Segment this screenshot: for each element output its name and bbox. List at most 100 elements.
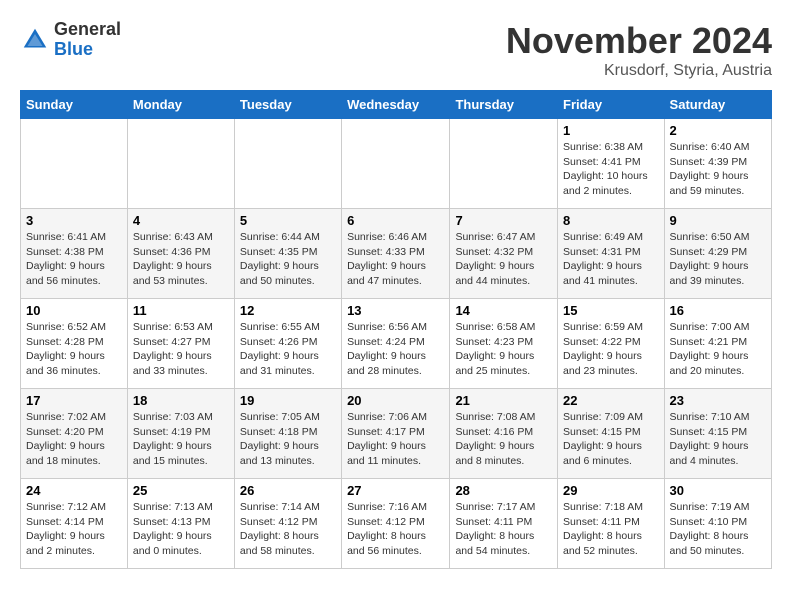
calendar-cell: 15 Sunrise: 6:59 AM Sunset: 4:22 PM Dayli… [558,299,665,389]
week-row-5: 24Sunrise: 7:12 AM Sunset: 4:14 PM Dayli… [21,479,772,569]
day-info: Sunrise: 6:53 AM Sunset: 4:27 PM Dayligh… [133,320,229,379]
logo: General Blue [20,20,121,60]
day-info: Sunrise: 7:12 AM Sunset: 4:14 PM Dayligh… [26,500,122,559]
calendar-cell: 5Sunrise: 6:44 AM Sunset: 4:35 PM Daylig… [234,209,341,299]
calendar-cell: 17 Sunrise: 7:02 AM Sunset: 4:20 PM Dayli… [21,389,128,479]
calendar-cell [234,119,341,209]
day-info: Sunrise: 7:08 AM Sunset: 4:16 PM Dayligh… [455,410,552,469]
day-number: 19 [240,393,336,408]
day-number: 3 [26,213,122,228]
day-info: Sunrise: 7:13 AM Sunset: 4:13 PM Dayligh… [133,500,229,559]
header-day-sunday: Sunday [21,91,128,119]
day-number: 16 [670,303,766,318]
calendar-header: SundayMondayTuesdayWednesdayThursdayFrid… [21,91,772,119]
calendar-cell: 16 Sunrise: 7:00 AM Sunset: 4:21 PM Dayli… [664,299,771,389]
calendar-cell: 7 Sunrise: 6:47 AM Sunset: 4:32 PM Daylig… [450,209,558,299]
calendar-cell: 3 Sunrise: 6:41 AM Sunset: 4:38 PM Daylig… [21,209,128,299]
day-info: Sunrise: 6:44 AM Sunset: 4:35 PM Dayligh… [240,230,336,289]
logo-text: General Blue [54,20,121,60]
day-info: Sunrise: 7:05 AM Sunset: 4:18 PM Dayligh… [240,410,336,469]
calendar-cell: 25 Sunrise: 7:13 AM Sunset: 4:13 PM Dayli… [127,479,234,569]
calendar-cell: 22 Sunrise: 7:09 AM Sunset: 4:15 PM Dayli… [558,389,665,479]
day-number: 30 [670,483,766,498]
day-number: 1 [563,123,659,138]
day-info: Sunrise: 7:09 AM Sunset: 4:15 PM Dayligh… [563,410,659,469]
day-info: Sunrise: 6:52 AM Sunset: 4:28 PM Dayligh… [26,320,122,379]
day-number: 12 [240,303,336,318]
calendar-cell: 1 Sunrise: 6:38 AM Sunset: 4:41 PM Daylig… [558,119,665,209]
logo-icon [20,25,50,55]
day-number: 2 [670,123,766,138]
header-day-wednesday: Wednesday [342,91,450,119]
calendar-cell: 10 Sunrise: 6:52 AM Sunset: 4:28 PM Dayli… [21,299,128,389]
calendar-cell [21,119,128,209]
calendar-cell: 26 Sunrise: 7:14 AM Sunset: 4:12 PM Dayli… [234,479,341,569]
calendar-cell: 19 Sunrise: 7:05 AM Sunset: 4:18 PM Dayli… [234,389,341,479]
calendar-cell: 6 Sunrise: 6:46 AM Sunset: 4:33 PM Daylig… [342,209,450,299]
day-number: 25 [133,483,229,498]
header-day-friday: Friday [558,91,665,119]
day-number: 10 [26,303,122,318]
calendar-cell: 4Sunrise: 6:43 AM Sunset: 4:36 PM Daylig… [127,209,234,299]
day-info: Sunrise: 7:17 AM Sunset: 4:11 PM Dayligh… [455,500,552,559]
day-number: 22 [563,393,659,408]
day-info: Sunrise: 7:19 AM Sunset: 4:10 PM Dayligh… [670,500,766,559]
calendar-cell: 21 Sunrise: 7:08 AM Sunset: 4:16 PM Dayli… [450,389,558,479]
location-subtitle: Krusdorf, Styria, Austria [506,62,772,80]
day-number: 7 [455,213,552,228]
calendar-cell: 28 Sunrise: 7:17 AM Sunset: 4:11 PM Dayli… [450,479,558,569]
header-row: SundayMondayTuesdayWednesdayThursdayFrid… [21,91,772,119]
day-info: Sunrise: 7:02 AM Sunset: 4:20 PM Dayligh… [26,410,122,469]
day-number: 21 [455,393,552,408]
calendar-cell: 13 Sunrise: 6:56 AM Sunset: 4:24 PM Dayli… [342,299,450,389]
day-info: Sunrise: 6:47 AM Sunset: 4:32 PM Dayligh… [455,230,552,289]
calendar-cell: 11 Sunrise: 6:53 AM Sunset: 4:27 PM Dayli… [127,299,234,389]
day-number: 23 [670,393,766,408]
week-row-4: 17 Sunrise: 7:02 AM Sunset: 4:20 PM Dayli… [21,389,772,479]
day-info: Sunrise: 7:14 AM Sunset: 4:12 PM Dayligh… [240,500,336,559]
day-info: Sunrise: 6:41 AM Sunset: 4:38 PM Dayligh… [26,230,122,289]
day-number: 26 [240,483,336,498]
header-day-saturday: Saturday [664,91,771,119]
day-number: 27 [347,483,444,498]
day-number: 17 [26,393,122,408]
calendar-table: SundayMondayTuesdayWednesdayThursdayFrid… [20,90,772,569]
day-number: 8 [563,213,659,228]
day-info: Sunrise: 7:18 AM Sunset: 4:11 PM Dayligh… [563,500,659,559]
day-info: Sunrise: 6:38 AM Sunset: 4:41 PM Dayligh… [563,140,659,199]
logo-general-text: General [54,20,121,40]
calendar-cell [450,119,558,209]
day-number: 20 [347,393,444,408]
header-day-tuesday: Tuesday [234,91,341,119]
calendar-cell: 18Sunrise: 7:03 AM Sunset: 4:19 PM Dayli… [127,389,234,479]
calendar-cell: 23 Sunrise: 7:10 AM Sunset: 4:15 PM Dayli… [664,389,771,479]
day-info: Sunrise: 6:56 AM Sunset: 4:24 PM Dayligh… [347,320,444,379]
day-number: 15 [563,303,659,318]
calendar-cell: 8Sunrise: 6:49 AM Sunset: 4:31 PM Daylig… [558,209,665,299]
day-info: Sunrise: 6:46 AM Sunset: 4:33 PM Dayligh… [347,230,444,289]
month-title: November 2024 [506,20,772,62]
day-info: Sunrise: 7:10 AM Sunset: 4:15 PM Dayligh… [670,410,766,469]
day-number: 14 [455,303,552,318]
day-info: Sunrise: 7:16 AM Sunset: 4:12 PM Dayligh… [347,500,444,559]
day-number: 6 [347,213,444,228]
day-info: Sunrise: 6:55 AM Sunset: 4:26 PM Dayligh… [240,320,336,379]
header-day-monday: Monday [127,91,234,119]
day-number: 13 [347,303,444,318]
day-number: 11 [133,303,229,318]
calendar-body: 1 Sunrise: 6:38 AM Sunset: 4:41 PM Daylig… [21,119,772,569]
calendar-cell: 24Sunrise: 7:12 AM Sunset: 4:14 PM Dayli… [21,479,128,569]
day-info: Sunrise: 7:06 AM Sunset: 4:17 PM Dayligh… [347,410,444,469]
calendar-cell: 29 Sunrise: 7:18 AM Sunset: 4:11 PM Dayli… [558,479,665,569]
day-number: 29 [563,483,659,498]
calendar-cell: 20 Sunrise: 7:06 AM Sunset: 4:17 PM Dayli… [342,389,450,479]
day-info: Sunrise: 6:58 AM Sunset: 4:23 PM Dayligh… [455,320,552,379]
day-info: Sunrise: 6:59 AM Sunset: 4:22 PM Dayligh… [563,320,659,379]
day-number: 28 [455,483,552,498]
day-info: Sunrise: 6:40 AM Sunset: 4:39 PM Dayligh… [670,140,766,199]
logo-blue-text: Blue [54,40,121,60]
day-info: Sunrise: 7:00 AM Sunset: 4:21 PM Dayligh… [670,320,766,379]
week-row-1: 1 Sunrise: 6:38 AM Sunset: 4:41 PM Daylig… [21,119,772,209]
page-header: General Blue November 2024 Krusdorf, Sty… [20,20,772,80]
calendar-cell: 2 Sunrise: 6:40 AM Sunset: 4:39 PM Daylig… [664,119,771,209]
